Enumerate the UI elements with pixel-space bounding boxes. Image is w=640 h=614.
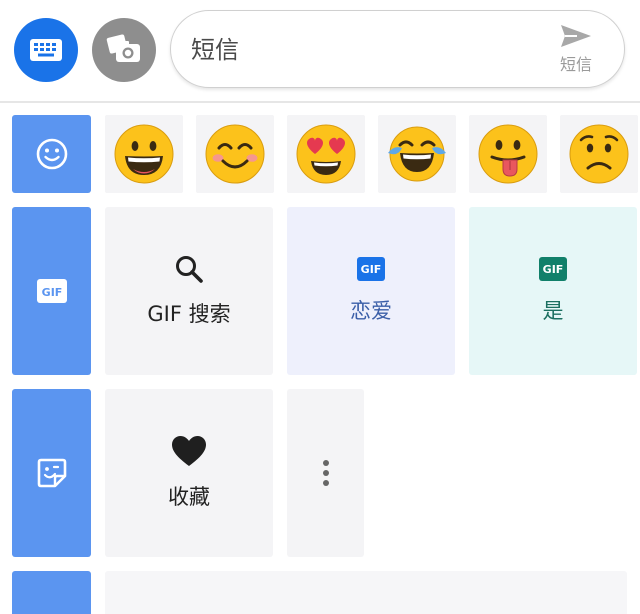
emoji-tongue-out[interactable] (469, 115, 547, 193)
gif-card-label: 是 (542, 299, 564, 323)
more-options-card[interactable] (287, 389, 364, 557)
gif-search-card[interactable]: GIF 搜索 (105, 207, 273, 375)
divider (0, 101, 640, 103)
send-sms-button[interactable]: 短信 (546, 23, 606, 81)
emoji-category-tab[interactable] (12, 115, 91, 193)
emoji-worried[interactable] (560, 115, 638, 193)
emoji-grinning[interactable] (105, 115, 183, 193)
gif-category-tab[interactable]: GIF (12, 207, 91, 375)
more-category-tab[interactable] (12, 571, 91, 614)
send-label: 短信 (559, 55, 592, 74)
tongue-out-face-icon (478, 124, 538, 184)
keyboard-icon (30, 39, 62, 61)
sticker-icon (37, 458, 66, 488)
more-vertical-icon (322, 460, 329, 486)
gif-badge-icon: GIF (539, 257, 567, 281)
message-input[interactable] (191, 33, 531, 67)
keyboard-panel: 短信 GIF (0, 0, 640, 614)
gif-search-label: GIF 搜索 (147, 302, 231, 326)
emoji-tears-of-joy[interactable] (378, 115, 456, 193)
tears-of-joy-face-icon (388, 126, 446, 182)
heart-eyes-face-icon (296, 124, 356, 184)
smiley-icon (36, 138, 67, 170)
keyboard-toggle-button[interactable] (14, 18, 78, 82)
favorites-card[interactable]: 收藏 (105, 389, 273, 557)
svg-text:GIF: GIF (41, 286, 62, 299)
worried-face-icon (569, 124, 629, 184)
smiling-face-icon (205, 124, 265, 184)
gif-card-label: 恋爱 (350, 299, 392, 323)
gif-card-love[interactable]: GIF 恋爱 (287, 207, 455, 375)
emoji-smiling[interactable] (196, 115, 274, 193)
gif-icon: GIF (36, 279, 67, 303)
camera-gallery-button[interactable] (92, 18, 156, 82)
favorites-label: 收藏 (168, 485, 210, 509)
compose-box: 短信 (170, 10, 625, 88)
gif-card-yes[interactable]: GIF 是 (469, 207, 637, 375)
camera-gallery-icon (106, 34, 140, 62)
gif-badge-icon: GIF (357, 257, 385, 281)
next-row-card[interactable] (105, 571, 627, 614)
sticker-category-tab[interactable] (12, 389, 91, 557)
search-icon (176, 256, 203, 283)
send-icon (561, 25, 591, 47)
emoji-heart-eyes[interactable] (287, 115, 365, 193)
grinning-face-icon (114, 124, 174, 184)
heart-icon (172, 436, 206, 466)
